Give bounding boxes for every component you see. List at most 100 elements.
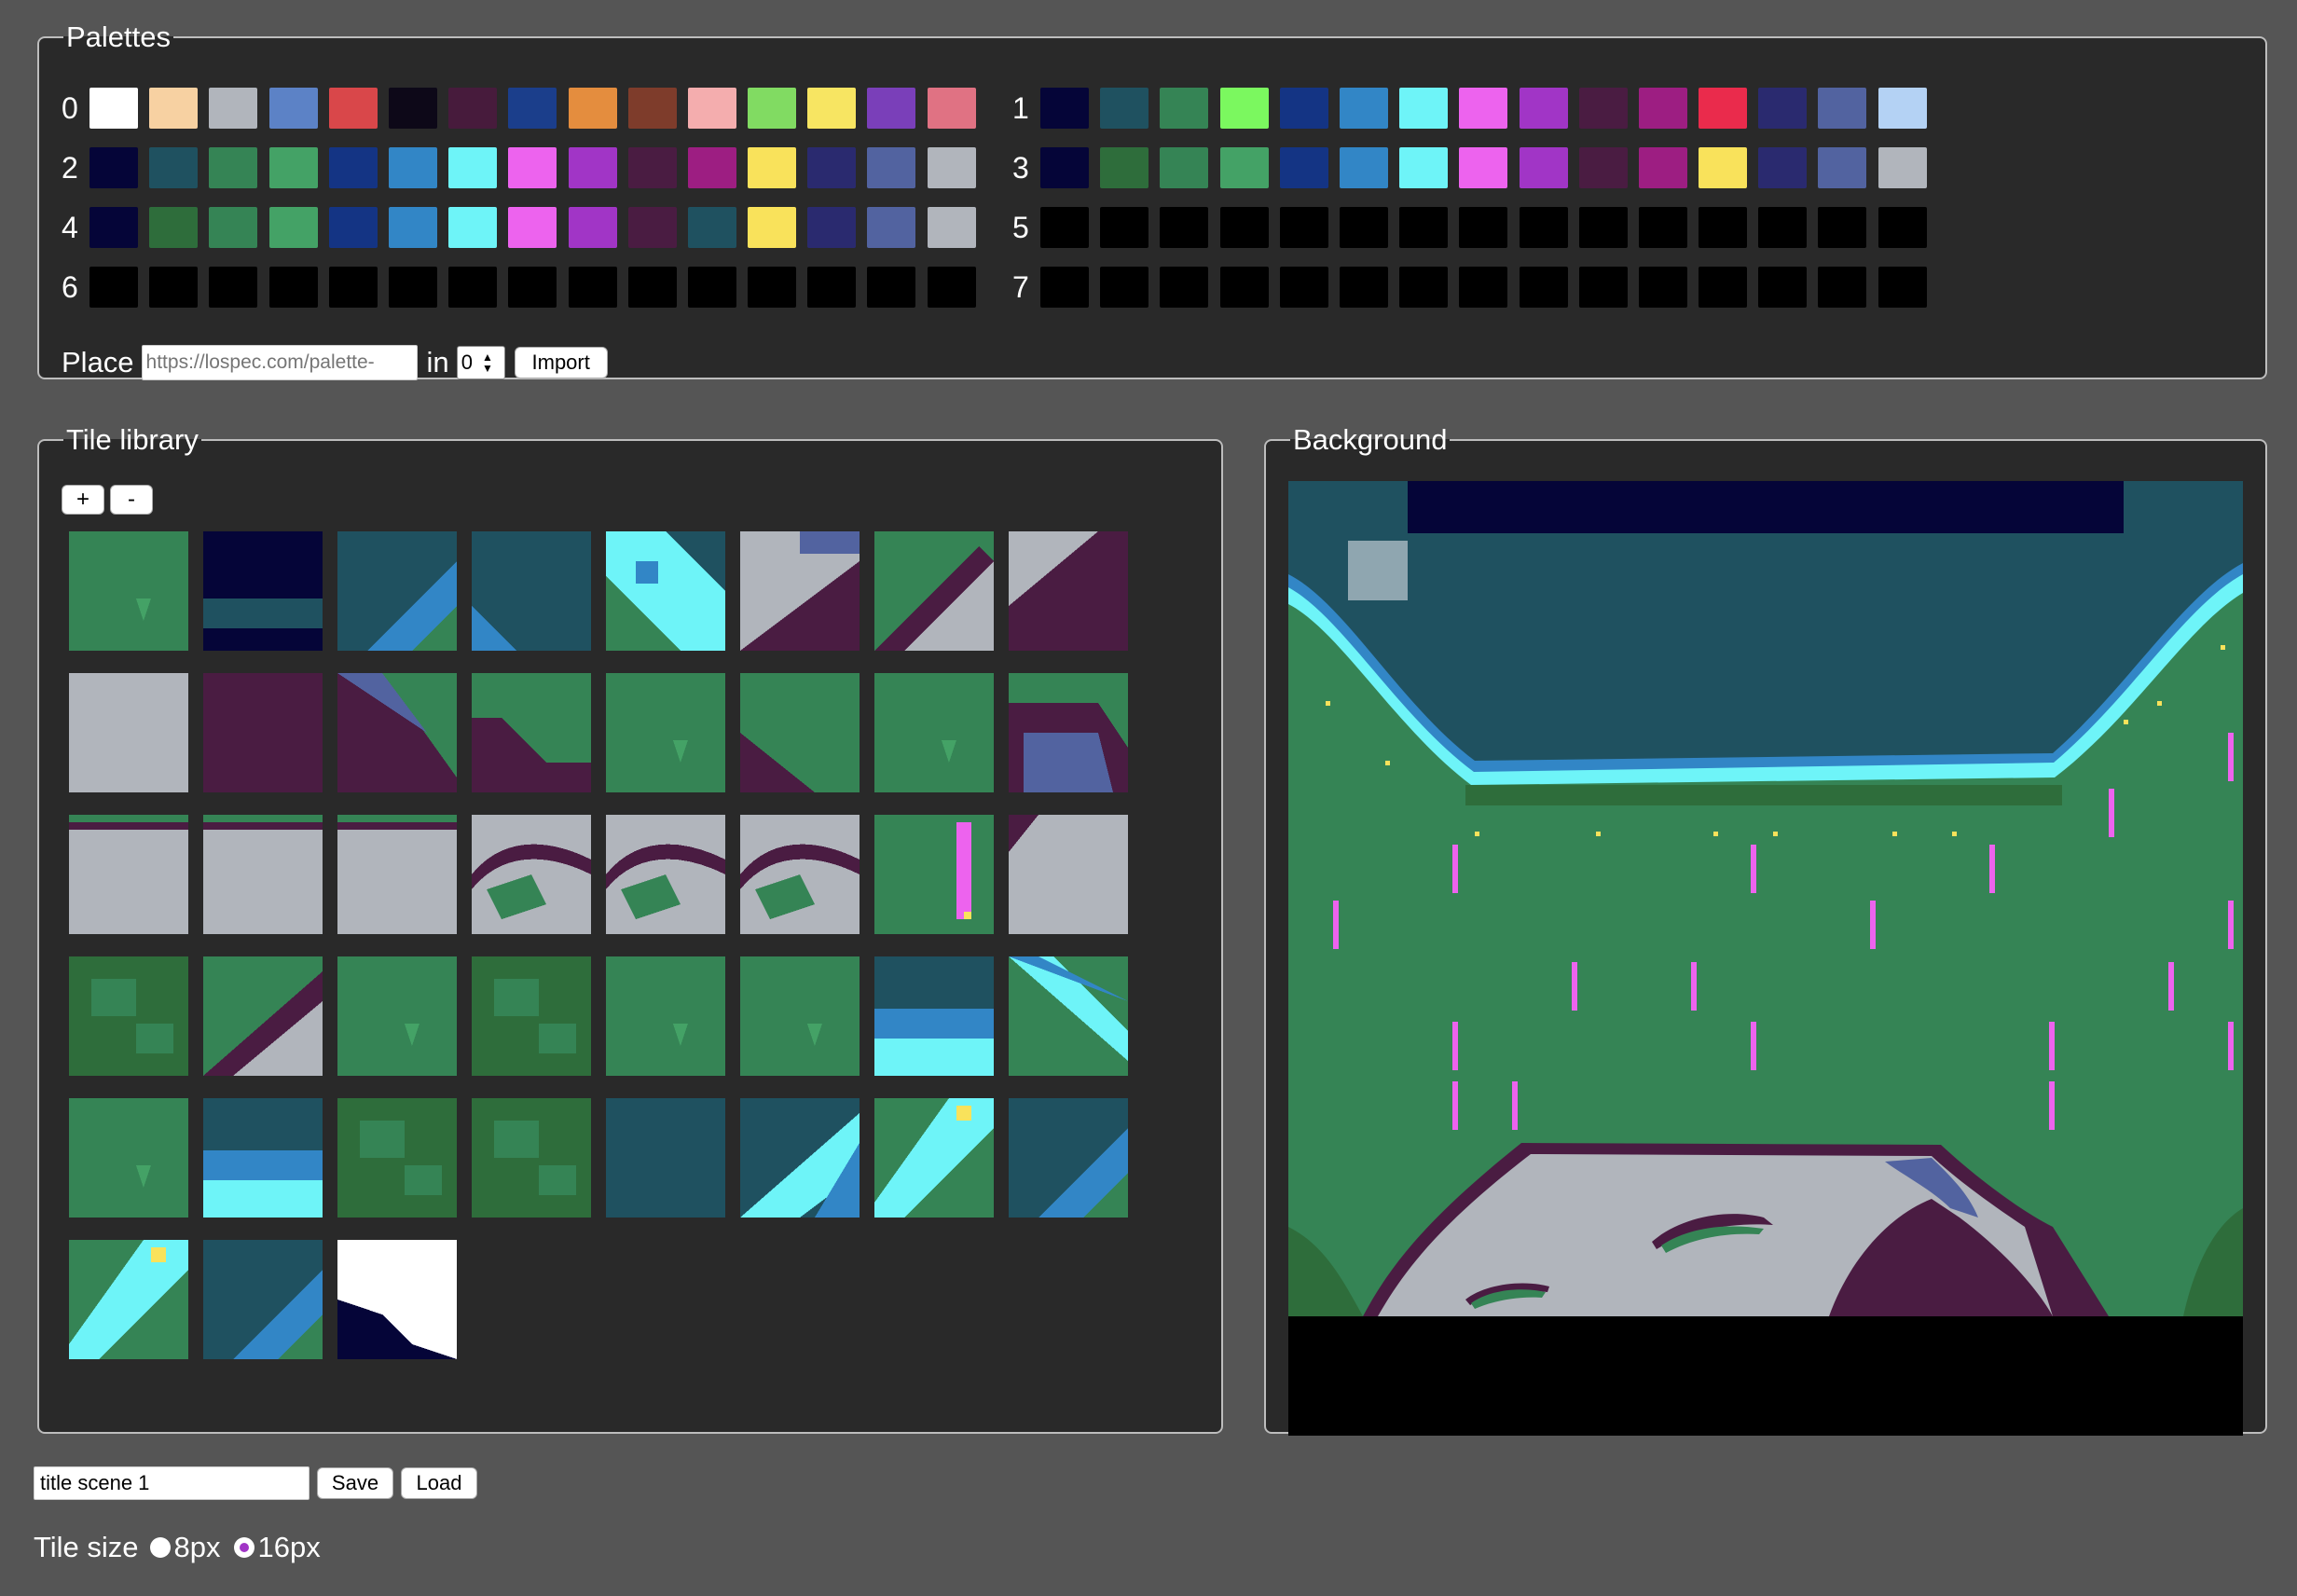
palette-swatch[interactable] (1339, 147, 1388, 188)
tile-thumbnail[interactable] (606, 956, 725, 1076)
tile-thumbnail[interactable] (740, 1098, 860, 1218)
palette-swatch[interactable] (209, 267, 258, 308)
palette-swatch[interactable] (1160, 88, 1209, 129)
palette-swatch[interactable] (149, 147, 199, 188)
palette-swatch[interactable] (1758, 147, 1808, 188)
palette-swatch[interactable] (1399, 267, 1449, 308)
palette-swatch[interactable] (748, 147, 797, 188)
palette-swatch[interactable] (748, 88, 797, 129)
palette-swatch[interactable] (388, 267, 437, 308)
palette-swatch[interactable] (1699, 207, 1748, 248)
tile-thumbnail[interactable] (337, 956, 457, 1076)
palette-swatch[interactable] (627, 147, 677, 188)
palette-swatch[interactable] (867, 88, 916, 129)
tile-thumbnail[interactable] (472, 815, 591, 934)
palette-swatch[interactable] (927, 207, 976, 248)
palette-swatch[interactable] (927, 88, 976, 129)
tile-thumbnail[interactable] (606, 673, 725, 792)
tile-thumbnail[interactable] (1009, 956, 1128, 1076)
palette-swatch[interactable] (1519, 147, 1568, 188)
palette-swatch[interactable] (1100, 267, 1149, 308)
tile-size-8px-radio[interactable] (149, 1537, 171, 1558)
palette-swatch[interactable] (1459, 88, 1508, 129)
palette-swatch[interactable] (388, 207, 437, 248)
palette-swatch[interactable] (867, 267, 916, 308)
palette-swatch[interactable] (1699, 267, 1748, 308)
palette-swatch[interactable] (1877, 88, 1927, 129)
palette-swatch[interactable] (1399, 147, 1449, 188)
palette-swatch[interactable] (687, 207, 736, 248)
tile-size-16px-radio[interactable] (233, 1537, 254, 1558)
palette-swatch[interactable] (1040, 147, 1089, 188)
palette-swatch[interactable] (568, 88, 617, 129)
palette-swatch[interactable] (1459, 267, 1508, 308)
palette-swatch[interactable] (807, 147, 857, 188)
palette-swatch[interactable] (1040, 88, 1089, 129)
palette-swatch[interactable] (1399, 88, 1449, 129)
palette-swatch[interactable] (867, 207, 916, 248)
palette-swatch[interactable] (508, 88, 557, 129)
palette-swatch[interactable] (748, 267, 797, 308)
remove-tile-button[interactable]: - (110, 485, 153, 515)
tile-thumbnail[interactable] (740, 673, 860, 792)
palette-swatch[interactable] (1578, 88, 1628, 129)
import-button[interactable]: Import (514, 347, 608, 378)
palette-swatch[interactable] (627, 267, 677, 308)
tile-thumbnail[interactable] (203, 1240, 323, 1359)
palette-swatch[interactable] (1100, 88, 1149, 129)
palette-swatch[interactable] (627, 207, 677, 248)
palette-swatch[interactable] (388, 88, 437, 129)
tile-thumbnail[interactable] (69, 956, 188, 1076)
palette-swatch[interactable] (1578, 207, 1628, 248)
palette-swatch[interactable] (1638, 207, 1687, 248)
palette-swatch[interactable] (1040, 267, 1089, 308)
tile-thumbnail[interactable] (337, 531, 457, 651)
tile-thumbnail[interactable] (472, 1098, 591, 1218)
tile-thumbnail[interactable] (472, 531, 591, 651)
palette-url-input[interactable] (141, 345, 418, 380)
palette-swatch[interactable] (1279, 267, 1328, 308)
palette-swatch[interactable] (1339, 207, 1388, 248)
palette-swatch[interactable] (1219, 147, 1269, 188)
palette-swatch[interactable] (268, 207, 318, 248)
palette-swatch[interactable] (1399, 207, 1449, 248)
palette-swatch[interactable] (1818, 88, 1867, 129)
palette-swatch[interactable] (687, 147, 736, 188)
add-tile-button[interactable]: + (62, 485, 104, 515)
palette-swatch[interactable] (1578, 147, 1628, 188)
palette-swatch[interactable] (149, 88, 199, 129)
palette-swatch[interactable] (89, 88, 138, 129)
tile-thumbnail[interactable] (337, 673, 457, 792)
load-button[interactable]: Load (401, 1467, 477, 1499)
tile-thumbnail[interactable] (606, 531, 725, 651)
tile-thumbnail[interactable] (472, 673, 591, 792)
palette-swatch[interactable] (1519, 267, 1568, 308)
palette-swatch[interactable] (1519, 207, 1568, 248)
palette-swatch[interactable] (89, 267, 138, 308)
palette-swatch[interactable] (1100, 207, 1149, 248)
tile-thumbnail[interactable] (69, 1240, 188, 1359)
palette-swatch[interactable] (448, 147, 498, 188)
tile-thumbnail[interactable] (69, 815, 188, 934)
palette-swatch[interactable] (1818, 267, 1867, 308)
palette-swatch[interactable] (1219, 267, 1269, 308)
tile-thumbnail[interactable] (69, 673, 188, 792)
tile-thumbnail[interactable] (337, 1240, 457, 1359)
palette-swatch[interactable] (1040, 207, 1089, 248)
palette-swatch[interactable] (627, 88, 677, 129)
palette-swatch[interactable] (1758, 267, 1808, 308)
tile-thumbnail[interactable] (606, 815, 725, 934)
palette-swatch[interactable] (448, 207, 498, 248)
palette-swatch[interactable] (807, 267, 857, 308)
palette-swatch[interactable] (568, 207, 617, 248)
palette-swatch[interactable] (1877, 207, 1927, 248)
palette-swatch[interactable] (1459, 207, 1508, 248)
palette-swatch[interactable] (1758, 207, 1808, 248)
palette-swatch[interactable] (687, 267, 736, 308)
palette-slot-stepper[interactable]: 0 ▲ ▼ (456, 346, 505, 379)
palette-swatch[interactable] (89, 207, 138, 248)
palette-swatch[interactable] (508, 147, 557, 188)
palette-swatch[interactable] (807, 207, 857, 248)
palette-swatch[interactable] (1638, 88, 1687, 129)
tile-thumbnail[interactable] (203, 1098, 323, 1218)
